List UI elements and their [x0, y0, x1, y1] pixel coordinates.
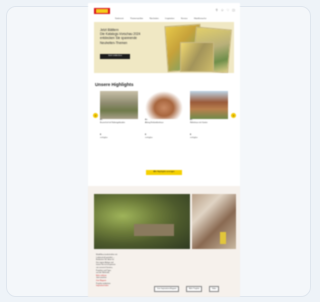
product-name[interactable]: Wohnhaus mit Garten: [190, 122, 228, 125]
show-all-button[interactable]: Alle Highlights anzeigen: [146, 170, 182, 175]
product-card[interactable]: Art. Bauernhof mit Nebengebäuden € verfü…: [100, 91, 138, 140]
section-title: Unsere Highlights: [95, 82, 134, 87]
hero-banner[interactable]: Jetzt Blättern Die Katalogs-Vorschau 202…: [94, 22, 234, 73]
cart-icon[interactable]: ◫: [232, 8, 236, 12]
workshop-image: [192, 194, 236, 249]
search-icon[interactable]: ⚲: [216, 8, 219, 12]
product-image[interactable]: [190, 91, 228, 119]
nav-link[interactable]: Themenwelten: [130, 17, 143, 21]
website-page: Sortiment Themenwelten Neuheiten Inspira…: [88, 3, 240, 297]
nav-link[interactable]: Händlersuche: [194, 17, 206, 21]
header-icons: ⚲ ☺ ♡ ◫: [216, 8, 236, 12]
product-name[interactable]: Abtrag Einfamilienhaus: [145, 122, 183, 125]
feature-section: Modellbau-Landschaften mit Leidenschaft …: [88, 186, 240, 297]
chevron-right-icon[interactable]: ›: [231, 113, 236, 118]
catalog-image: [180, 42, 214, 72]
nav-link[interactable]: Sortiment: [115, 17, 124, 21]
feature-text: Modellbau-Landschaften mit Leidenschaft …: [96, 254, 146, 288]
feature-buttons: Zum Inspirations-Magazin Mehr Projekte V…: [154, 276, 221, 294]
product-availability: verfügbar: [100, 137, 108, 140]
brand-logo[interactable]: [94, 8, 110, 14]
hero-button[interactable]: Jetzt entdecken: [100, 54, 130, 59]
product-card[interactable]: Art. Wohnhaus mit Garten € verfügbar: [190, 91, 228, 140]
product-availability: verfügbar: [190, 137, 198, 140]
nav-link[interactable]: Service: [181, 17, 188, 21]
top-navigation: Sortiment Themenwelten Neuheiten Inspira…: [88, 3, 240, 38]
feature-link[interactable]: Inspiration holen: [96, 285, 146, 288]
magazine-button[interactable]: Zum Inspirations-Magazin: [154, 286, 180, 292]
product-image[interactable]: [100, 91, 138, 119]
diorama-image: [94, 194, 190, 249]
product-carousel: ‹ Art. Bauernhof mit Nebengebäuden € ver…: [88, 91, 240, 161]
product-name[interactable]: Bauernhof mit Nebengebäuden: [100, 122, 138, 125]
nav-link[interactable]: Inspiration: [165, 17, 174, 21]
nav-link[interactable]: Neuheiten: [150, 17, 159, 21]
projects-button[interactable]: Mehr Projekte: [185, 286, 203, 292]
chevron-left-icon[interactable]: ‹: [93, 113, 98, 118]
video-button[interactable]: Video: [208, 286, 220, 292]
hero-line: Neuheiten-Themen: [100, 40, 128, 45]
user-icon[interactable]: ☺: [221, 8, 225, 12]
hero-text: Jetzt Blättern Die Katalogs-Vorschau 202…: [100, 28, 158, 45]
product-image[interactable]: [145, 91, 183, 119]
heart-icon[interactable]: ♡: [227, 8, 231, 12]
product-availability: verfügbar: [145, 137, 153, 140]
product-card[interactable]: Art. Abtrag Einfamilienhaus € verfügbar: [145, 91, 183, 140]
